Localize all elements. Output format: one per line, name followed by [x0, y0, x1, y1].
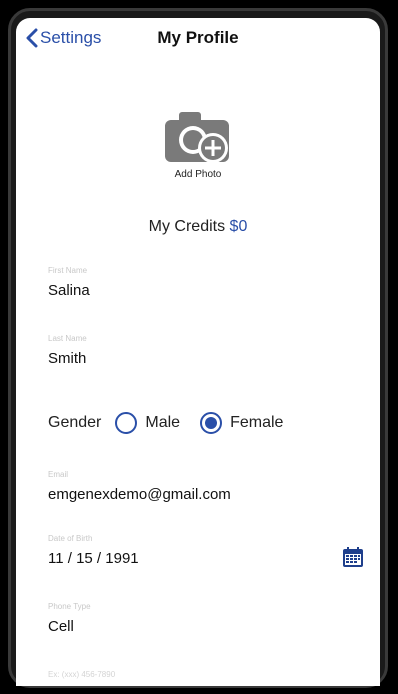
gender-option-male[interactable]: Male	[101, 412, 180, 434]
photo-section: Add Photo	[16, 106, 380, 180]
credits-row: My Credits $0	[16, 218, 380, 236]
first-name-field[interactable]: First Name Salina	[48, 266, 368, 299]
nav-bar: Settings My Profile	[16, 18, 380, 58]
phone-type-value[interactable]: Cell	[48, 618, 368, 635]
credits-amount: $0	[229, 218, 248, 235]
phone-type-label: Phone Type	[48, 602, 91, 611]
last-name-label: Last Name	[48, 334, 87, 343]
device-frame: Settings My Profile Add Photo My Credits…	[0, 0, 398, 694]
chevron-left-icon	[26, 28, 38, 48]
female-radio[interactable]	[200, 412, 223, 434]
email-value[interactable]: emgenexdemo@gmail.com	[48, 486, 368, 503]
dob-value[interactable]: 11 / 15 / 1991	[48, 550, 368, 567]
camera-plus-icon	[165, 112, 229, 163]
add-photo-label: Add Photo	[174, 169, 222, 180]
last-name-field[interactable]: Last Name Smith	[48, 334, 368, 367]
male-radio[interactable]	[115, 412, 138, 434]
credits-label: My Credits	[148, 218, 226, 235]
female-label: Female	[230, 414, 284, 431]
calendar-button[interactable]	[342, 546, 364, 568]
profile-screen: Settings My Profile Add Photo My Credits…	[16, 18, 380, 686]
gender-option-female[interactable]: Female	[186, 412, 283, 434]
first-name-value[interactable]: Salina	[48, 282, 368, 299]
gender-selector: Gender Male Female	[48, 408, 283, 438]
phone-type-field[interactable]: Phone Type Cell	[48, 602, 368, 635]
calendar-icon	[343, 547, 363, 567]
male-label: Male	[145, 414, 181, 431]
gender-label: Gender	[48, 414, 102, 431]
back-button[interactable]: Settings	[26, 26, 101, 50]
last-name-value[interactable]: Smith	[48, 350, 368, 367]
back-button-label: Settings	[40, 28, 102, 47]
email-field[interactable]: Email emgenexdemo@gmail.com	[48, 470, 368, 503]
first-name-label: First Name	[48, 266, 88, 275]
dob-label: Date of Birth	[48, 534, 93, 543]
add-photo-button[interactable]	[159, 106, 237, 170]
phone-field-placeholder[interactable]: Ex: (xxx) 456-7890	[48, 670, 115, 679]
email-label: Email	[48, 470, 69, 479]
dob-field[interactable]: Date of Birth 11 / 15 / 1991	[48, 534, 368, 567]
